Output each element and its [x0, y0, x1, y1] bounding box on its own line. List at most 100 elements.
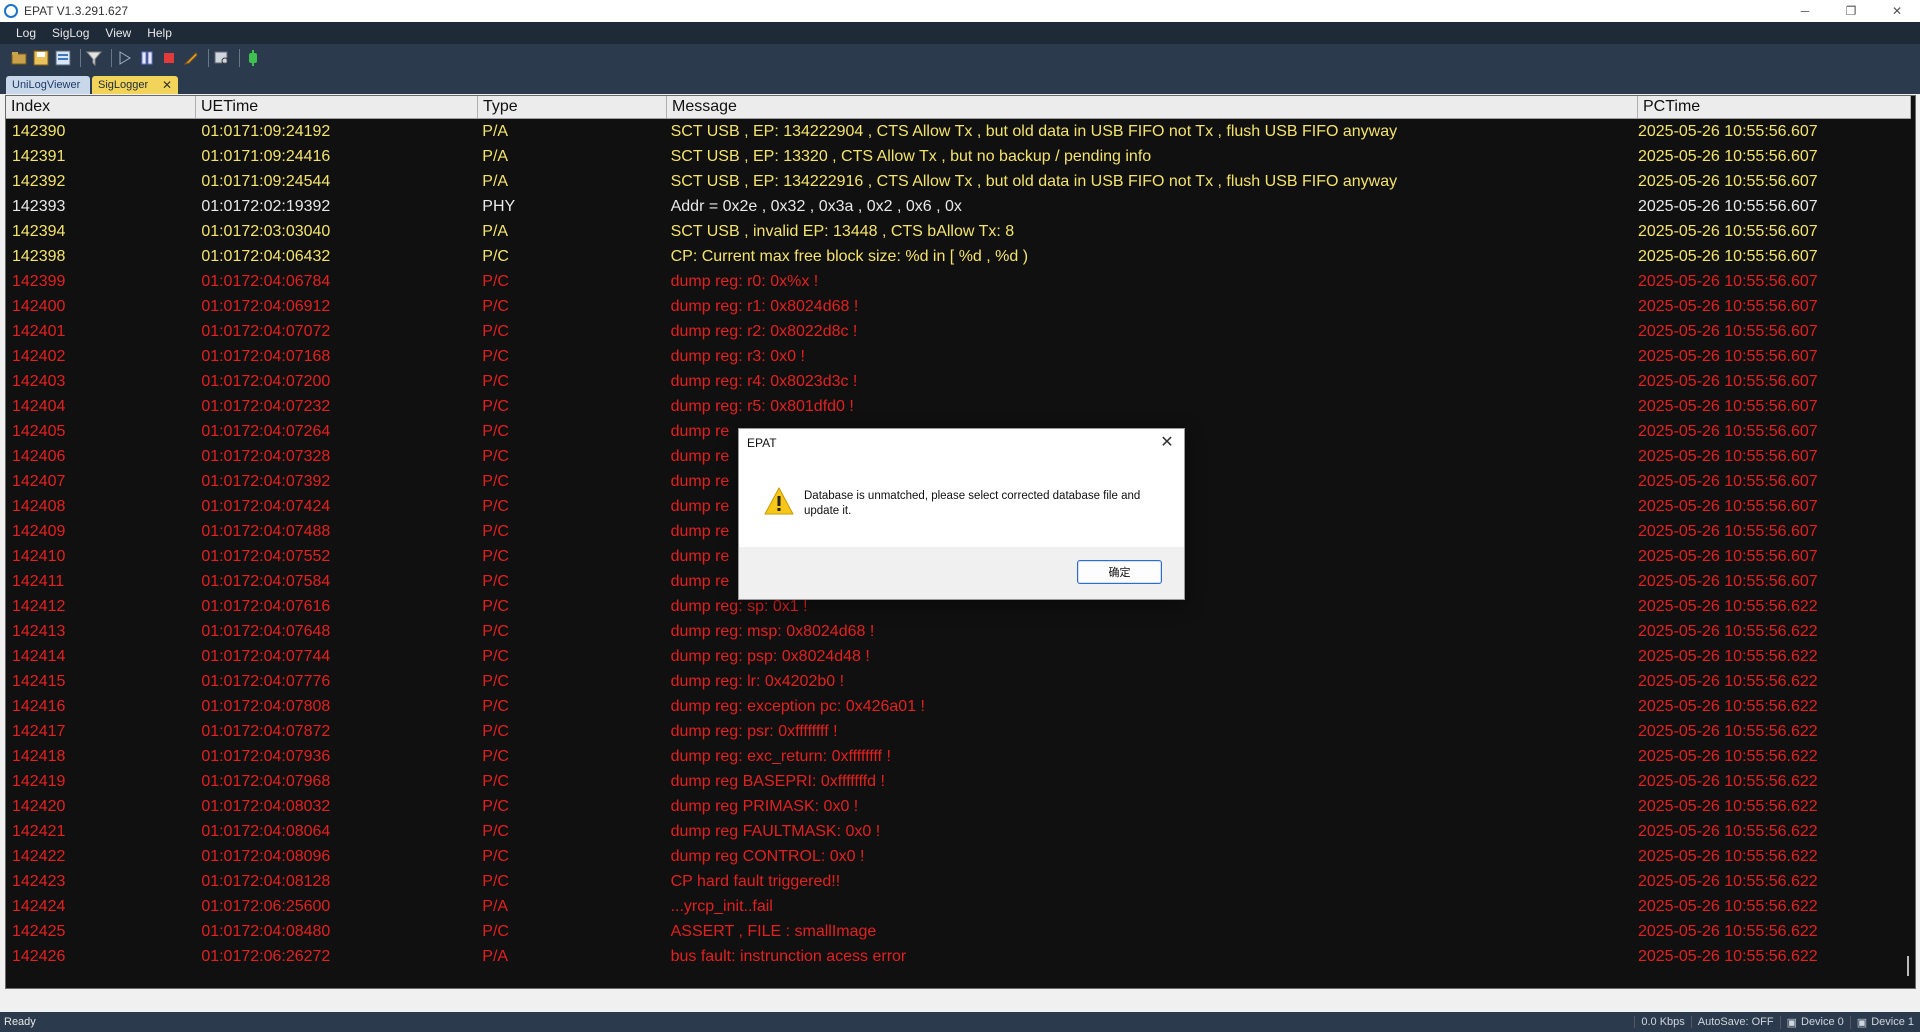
table-row[interactable]: 142399 01:0172:04:06784 P/C dump reg: r0: 0…	[6, 269, 1904, 294]
cell-message: dump reg: exc_return: 0xffffffff !	[670, 747, 891, 765]
device1-status[interactable]: ▣ Device 1	[1849, 1015, 1920, 1029]
table-row[interactable]: 142415 01:0172:04:07776 P/C dump reg: lr: 0…	[6, 669, 1904, 694]
cell-pctime: 2025-05-26 10:55:56.622	[1637, 597, 1818, 615]
table-row[interactable]: 142417 01:0172:04:07872 P/C dump reg: psr: …	[6, 719, 1904, 744]
toolbar-separator	[111, 49, 112, 67]
device1-label: Device 1	[1871, 1016, 1914, 1028]
table-row[interactable]: 142418 01:0172:04:07936 P/C dump reg: exc_r…	[6, 744, 1904, 769]
column-header-index[interactable]: Index	[6, 96, 196, 118]
tab-siglogger[interactable]: SigLogger ✕	[92, 76, 178, 94]
cell-message: dump reg: r3: 0x0 !	[670, 347, 805, 365]
table-row[interactable]: 142391 01:0171:09:24416 P/A SCT USB , EP: 1…	[6, 144, 1904, 169]
table-row[interactable]: 142423 01:0172:04:08128 P/C CP hard fault t…	[6, 869, 1904, 894]
cell-index: 142398	[12, 247, 66, 265]
cell-type: P/C	[482, 622, 509, 640]
cell-pctime: 2025-05-26 10:55:56.622	[1637, 697, 1818, 715]
play-icon[interactable]	[116, 49, 134, 67]
minimize-button[interactable]: ─	[1782, 0, 1828, 22]
device0-status[interactable]: ▣ Device 0	[1779, 1015, 1850, 1029]
menu-log[interactable]: Log	[0, 26, 44, 40]
cell-pctime: 2025-05-26 10:55:56.607	[1637, 422, 1818, 440]
cell-index: 142400	[12, 297, 66, 315]
open-folder-icon[interactable]	[10, 49, 28, 67]
cell-pctime: 2025-05-26 10:55:56.607	[1637, 472, 1818, 490]
cell-message: dump reg: lr: 0x4202b0 !	[670, 672, 845, 690]
table-row[interactable]: 142403 01:0172:04:07200 P/C dump reg: r4: 0…	[6, 369, 1904, 394]
column-header-uetime[interactable]: UETime	[196, 96, 478, 118]
cell-type: P/C	[482, 297, 509, 315]
menu-help[interactable]: Help	[139, 26, 180, 40]
cell-uetime: 01:0171:09:24416	[201, 147, 331, 165]
table-row[interactable]: 142394 01:0172:03:03040 P/A SCT USB , inval…	[6, 219, 1904, 244]
stop-icon[interactable]	[160, 49, 178, 67]
table-row[interactable]: 142400 01:0172:04:06912 P/C dump reg: r1: 0…	[6, 294, 1904, 319]
cell-index: 142403	[12, 372, 66, 390]
cell-index: 142419	[12, 772, 66, 790]
table-row[interactable]: 142424 01:0172:06:25600 P/A ...yrcp_init..f…	[6, 894, 1904, 919]
cell-uetime: 01:0172:04:06432	[201, 247, 331, 265]
find-icon[interactable]	[213, 49, 231, 67]
cell-index: 142391	[12, 147, 66, 165]
table-row[interactable]: 142393 01:0172:02:19392 PHY Addr = 0x2e , 0…	[6, 194, 1904, 219]
tab-unilogviewer[interactable]: UniLogViewer	[6, 76, 90, 94]
table-row[interactable]: 142426 01:0172:06:26272 P/A bus fault: inst…	[6, 944, 1904, 969]
tool-icon[interactable]	[182, 49, 200, 67]
cell-index: 142426	[12, 947, 66, 965]
status-text: Ready	[4, 1016, 36, 1028]
cell-type: P/A	[482, 147, 509, 165]
table-row[interactable]: 142422 01:0172:04:08096 P/C dump reg CONTRO…	[6, 844, 1904, 869]
window-controls: ─ ❐ ✕	[1782, 0, 1920, 22]
cell-type: P/C	[482, 847, 509, 865]
column-header-pctime[interactable]: PCTime	[1638, 96, 1911, 118]
cell-pctime: 2025-05-26 10:55:56.607	[1637, 572, 1818, 590]
table-row[interactable]: 142404 01:0172:04:07232 P/C dump reg: r5: 0…	[6, 394, 1904, 419]
column-header-type[interactable]: Type	[478, 96, 667, 118]
cell-type: P/C	[482, 547, 509, 565]
ok-button[interactable]: 确定	[1077, 560, 1162, 584]
close-window-button[interactable]: ✕	[1874, 0, 1920, 22]
warning-icon	[764, 487, 794, 515]
table-row[interactable]: 142421 01:0172:04:08064 P/C dump reg FAULTM…	[6, 819, 1904, 844]
table-row[interactable]: 142420 01:0172:04:08032 P/C dump reg PRIMAS…	[6, 794, 1904, 819]
database-icon[interactable]	[54, 49, 72, 67]
table-row[interactable]: 142419 01:0172:04:07968 P/C dump reg BASEPR…	[6, 769, 1904, 794]
pause-icon[interactable]	[138, 49, 156, 67]
table-row[interactable]: 142390 01:0171:09:24192 P/A SCT USB , EP: 1…	[6, 119, 1904, 144]
save-icon[interactable]	[32, 49, 50, 67]
table-row[interactable]: 142416 01:0172:04:07808 P/C dump reg: excep…	[6, 694, 1904, 719]
cell-pctime: 2025-05-26 10:55:56.607	[1637, 297, 1818, 315]
cell-pctime: 2025-05-26 10:55:56.607	[1637, 272, 1818, 290]
cell-uetime: 01:0172:04:08096	[201, 847, 331, 865]
table-row[interactable]: 142392 01:0171:09:24544 P/A SCT USB , EP: 1…	[6, 169, 1904, 194]
column-header-message[interactable]: Message	[667, 96, 1638, 118]
cell-pctime: 2025-05-26 10:55:56.622	[1637, 922, 1818, 940]
cell-uetime: 01:0172:04:07584	[201, 572, 331, 590]
restore-button[interactable]: ❐	[1828, 0, 1874, 22]
dialog-close-button[interactable]: ✕	[1156, 431, 1178, 453]
table-row[interactable]: 142425 01:0172:04:08480 P/C ASSERT , FILE :…	[6, 919, 1904, 944]
menu-view[interactable]: View	[97, 26, 139, 40]
filter-icon[interactable]	[85, 49, 103, 67]
close-tab-icon[interactable]: ✕	[162, 78, 172, 92]
grid-header: Index UETime Type Message PCTime	[6, 96, 1911, 119]
cell-uetime: 01:0172:04:07328	[201, 447, 331, 465]
table-row[interactable]: 142414 01:0172:04:07744 P/C dump reg: psp: …	[6, 644, 1904, 669]
cell-type: P/C	[482, 372, 509, 390]
device-icon: ▣	[1856, 1016, 1868, 1029]
table-row[interactable]: 142402 01:0172:04:07168 P/C dump reg: r3: 0…	[6, 344, 1904, 369]
table-row[interactable]: 142401 01:0172:04:07072 P/C dump reg: r2: 0…	[6, 319, 1904, 344]
cell-uetime: 01:0172:04:08128	[201, 872, 331, 890]
cell-index: 142404	[12, 397, 66, 415]
table-row[interactable]: 142398 01:0172:04:06432 P/C CP: Current max…	[6, 244, 1904, 269]
cell-index: 142420	[12, 797, 66, 815]
toolbar-separator	[239, 49, 240, 67]
table-row[interactable]: 142413 01:0172:04:07648 P/C dump reg: msp: …	[6, 619, 1904, 644]
cell-pctime: 2025-05-26 10:55:56.622	[1637, 872, 1818, 890]
vertical-scrollbar[interactable]	[1907, 956, 1909, 976]
menu-siglog[interactable]: SigLog	[44, 26, 97, 40]
cell-message: ASSERT , FILE : smallImage	[670, 922, 877, 940]
device-icon[interactable]	[244, 49, 262, 67]
cell-index: 142393	[12, 197, 66, 215]
cell-type: P/A	[482, 947, 509, 965]
cell-index: 142408	[12, 497, 66, 515]
